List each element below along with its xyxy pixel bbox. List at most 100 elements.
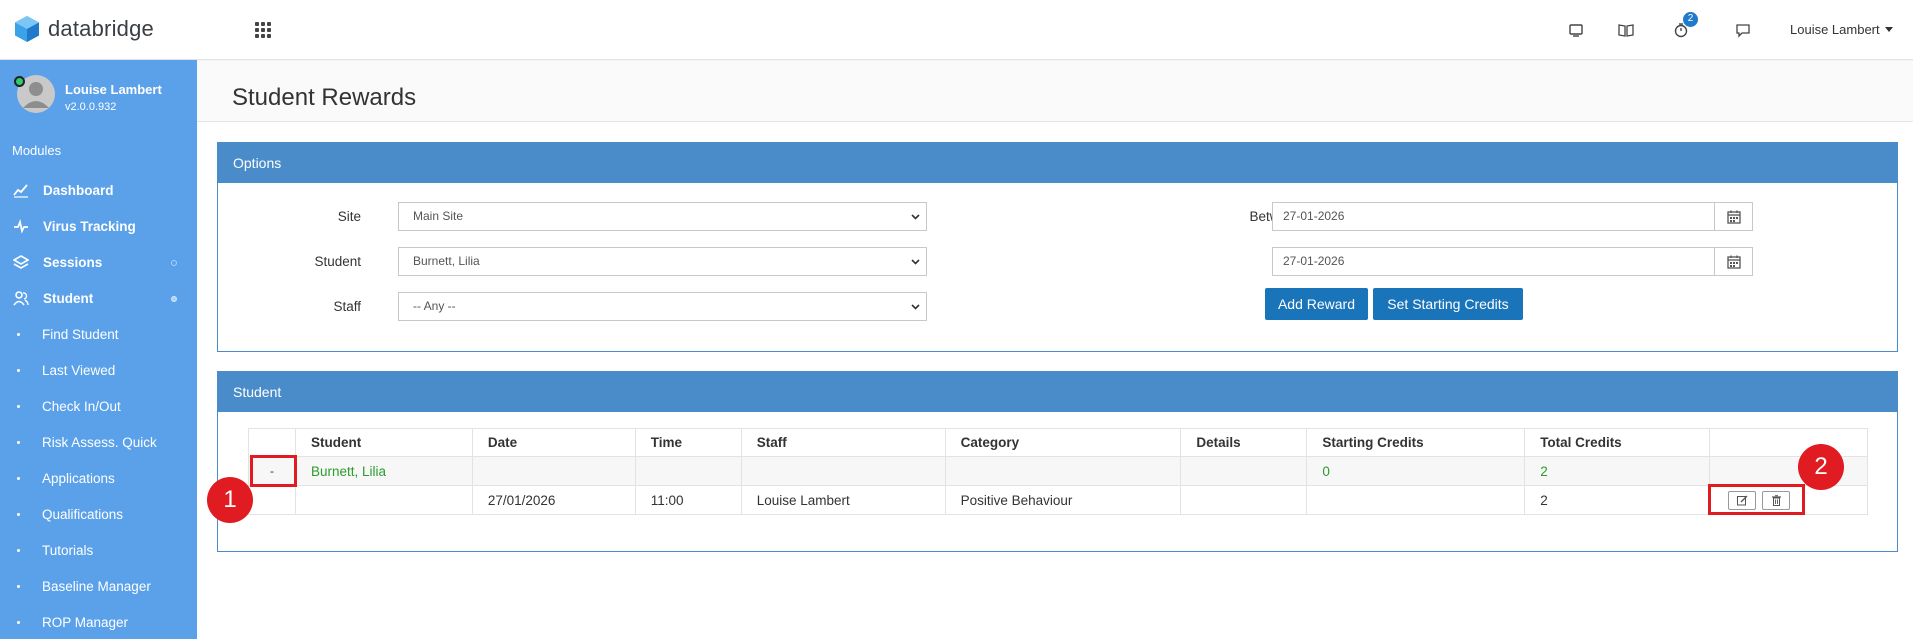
table-cell	[634, 456, 742, 486]
sidebar-subitem-label: Qualifications	[42, 506, 124, 522]
bullet-icon	[17, 440, 20, 444]
staff-select-value: -- Any --	[413, 299, 456, 313]
book-icon[interactable]	[1617, 21, 1635, 39]
column-header-details[interactable]: Details	[1180, 428, 1308, 457]
sidebar-subitem-baseline-manager[interactable]: Baseline Manager	[0, 568, 197, 604]
column-header-student[interactable]: Student	[294, 428, 473, 457]
calendar-icon	[1726, 210, 1741, 224]
row-time: 11:00	[634, 485, 742, 515]
sidebar-item-virus-tracking[interactable]: Virus Tracking	[0, 208, 197, 244]
sidebar-subitem-label: Risk Assess. Quick	[42, 434, 157, 450]
brand-logo[interactable]: databridge	[14, 15, 154, 43]
sidebar-subitem-label: Last Viewed	[42, 362, 116, 378]
bullet-icon	[17, 404, 20, 408]
table-cell	[1306, 485, 1526, 515]
sidebar-item-sessions[interactable]: Sessions	[0, 244, 197, 280]
sidebar-nav: Dashboard Virus Tracking Sessions Studen…	[0, 172, 197, 639]
table-cell	[1709, 456, 1868, 486]
column-header-actions	[1709, 428, 1868, 457]
column-header-date[interactable]: Date	[471, 428, 636, 457]
row-category: Positive Behaviour	[944, 485, 1182, 515]
table-row: 27/01/2026 11:00 Louise Lambert Positive…	[248, 485, 1868, 515]
sidebar-subitem-check-in-out[interactable]: Check In/Out	[0, 388, 197, 424]
app-version: v2.0.0.932	[65, 101, 117, 113]
column-header-total-credits[interactable]: Total Credits	[1524, 428, 1711, 457]
expand-dot-icon	[171, 260, 177, 266]
sidebar-subitem-rop-manager[interactable]: ROP Manager	[0, 604, 197, 639]
sidebar-item-label: Dashboard	[43, 182, 114, 198]
add-reward-button[interactable]: Add Reward	[1265, 288, 1368, 320]
chart-line-icon	[13, 184, 28, 198]
sidebar-subitem-find-student[interactable]: Find Student	[0, 316, 197, 352]
user-menu[interactable]: Louise Lambert	[1790, 22, 1893, 37]
staff-select[interactable]: -- Any --	[398, 292, 927, 321]
notification-badge: 2	[1683, 12, 1698, 27]
and-calendar-button[interactable]	[1715, 247, 1753, 276]
student-label: Student	[314, 254, 361, 269]
sidebar-subitem-label: Find Student	[42, 326, 119, 342]
expand-dot-icon	[171, 296, 177, 302]
row-date: 27/01/2026	[471, 485, 636, 515]
between-date-value: 27-01-2026	[1283, 209, 1345, 223]
page-header: Student Rewards	[197, 61, 1913, 122]
sidebar-subitem-last-viewed[interactable]: Last Viewed	[0, 352, 197, 388]
student-select[interactable]: Burnett, Lilia	[398, 247, 927, 276]
chevron-down-icon	[911, 214, 920, 220]
callout-number-1: 1	[207, 477, 253, 523]
profile-name: Louise Lambert	[65, 82, 162, 97]
modules-label: Modules	[12, 143, 62, 158]
bullet-icon	[17, 584, 20, 588]
sidebar-subitem-label: Check In/Out	[42, 398, 121, 414]
pulse-icon	[14, 218, 28, 234]
student-panel: Student Student Date Time Staff Category…	[217, 371, 1898, 552]
and-date-input[interactable]: 27-01-2026	[1272, 247, 1715, 276]
between-calendar-button[interactable]	[1715, 202, 1753, 231]
staff-label: Staff	[333, 299, 361, 314]
group-starting-credits: 0	[1306, 456, 1526, 486]
timer-icon[interactable]: 2	[1672, 12, 1698, 39]
set-starting-credits-button[interactable]: Set Starting Credits	[1373, 288, 1523, 320]
callout-highlight-1	[250, 455, 297, 487]
caret-down-icon	[1884, 27, 1893, 32]
sidebar-item-label: Student	[43, 290, 94, 306]
bullet-icon	[17, 548, 20, 552]
table-cell	[248, 485, 296, 515]
sidebar-subitem-label: Baseline Manager	[42, 578, 151, 594]
column-header-starting-credits[interactable]: Starting Credits	[1306, 428, 1526, 457]
table-group-row: - Burnett, Lilia 0 2	[248, 456, 1868, 486]
brand-name: databridge	[48, 16, 154, 41]
student-panel-title: Student	[218, 372, 1897, 412]
table-cell	[471, 456, 636, 486]
sidebar-item-dashboard[interactable]: Dashboard	[0, 172, 197, 208]
sidebar-subitem-applications[interactable]: Applications	[0, 460, 197, 496]
and-date-value: 27-01-2026	[1283, 254, 1345, 268]
sidebar-subitem-label: Applications	[42, 470, 115, 486]
row-details	[1180, 485, 1308, 515]
user-menu-name: Louise Lambert	[1790, 22, 1880, 37]
table-cell	[740, 456, 946, 486]
apps-grid-icon[interactable]	[255, 22, 271, 38]
sidebar-item-student[interactable]: Student	[0, 280, 197, 316]
sidebar-subitem-risk-assess[interactable]: Risk Assess. Quick	[0, 424, 197, 460]
column-header	[248, 428, 296, 457]
chevron-down-icon	[911, 259, 920, 265]
table-cell	[294, 485, 473, 515]
users-icon	[13, 291, 29, 306]
sidebar: Louise Lambert v2.0.0.932 Modules Dashbo…	[0, 60, 197, 639]
sidebar-subitem-tutorials[interactable]: Tutorials	[0, 532, 197, 568]
column-header-category[interactable]: Category	[944, 428, 1182, 457]
layers-icon	[13, 255, 29, 269]
sidebar-item-label: Virus Tracking	[43, 218, 136, 234]
table-cell	[1180, 456, 1308, 486]
options-panel: Options Site Main Site Student Burnett, …	[217, 142, 1898, 352]
main-content: Options Site Main Site Student Burnett, …	[197, 122, 1913, 639]
sidebar-subitem-qualifications[interactable]: Qualifications	[0, 496, 197, 532]
column-header-staff[interactable]: Staff	[740, 428, 946, 457]
chat-icon[interactable]	[1734, 21, 1752, 39]
options-panel-title: Options	[218, 143, 1897, 183]
site-select[interactable]: Main Site	[398, 202, 927, 231]
between-date-input[interactable]: 27-01-2026	[1272, 202, 1715, 231]
monitor-icon[interactable]	[1567, 21, 1585, 39]
column-header-time[interactable]: Time	[634, 428, 742, 457]
databridge-logo-icon	[15, 16, 39, 42]
